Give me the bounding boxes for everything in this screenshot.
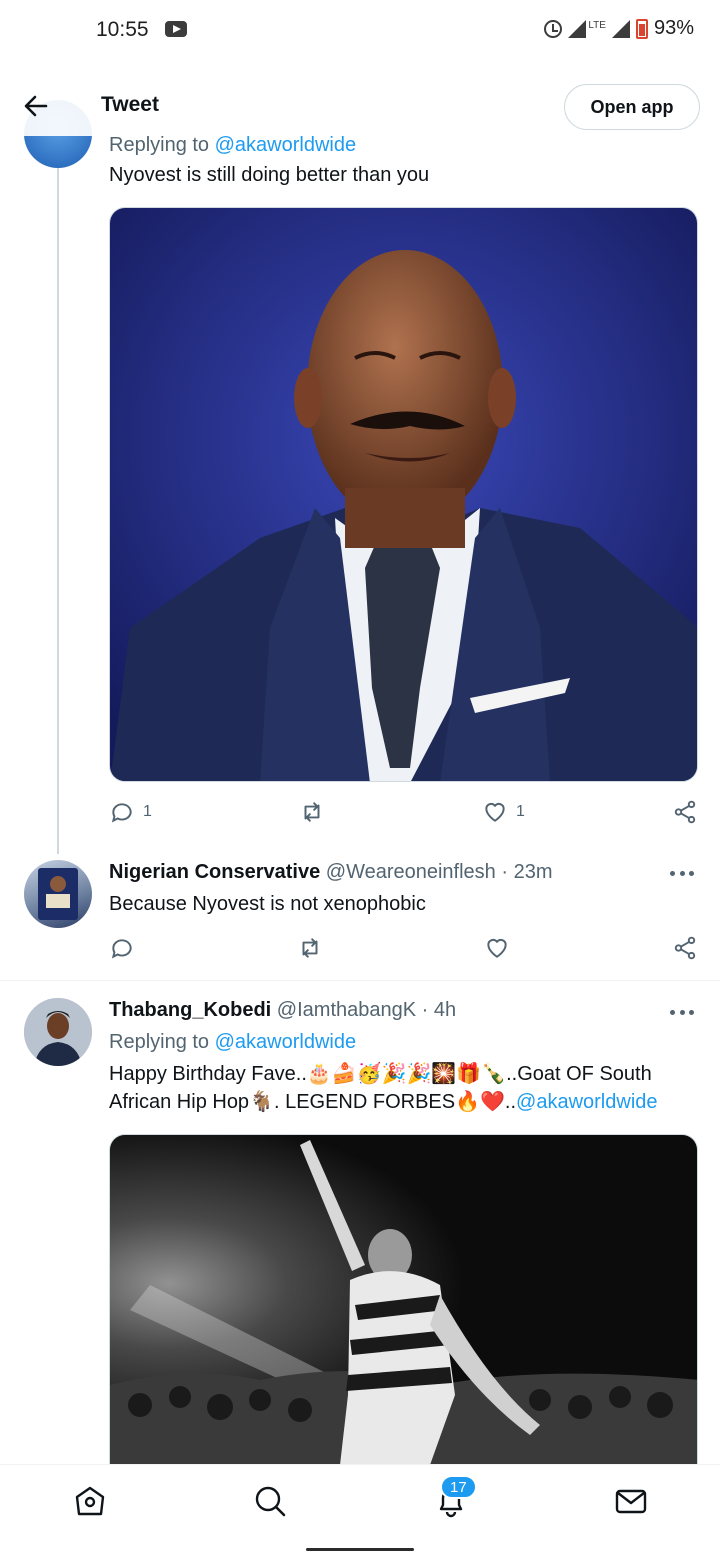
share-button[interactable] bbox=[672, 935, 698, 961]
home-icon bbox=[75, 1486, 105, 1516]
tweet-actions bbox=[109, 935, 699, 965]
nav-home[interactable] bbox=[72, 1483, 108, 1519]
author-handle[interactable]: @IamthabangK bbox=[277, 999, 416, 1021]
photo-man-in-suit bbox=[110, 208, 697, 781]
avatar[interactable] bbox=[24, 998, 92, 1066]
tweet-photo[interactable] bbox=[109, 1134, 698, 1464]
tweet-text: Happy Birthday Fave..🎂🍰🥳🎉🎉🎇🎁🍾..Goat OF S… bbox=[109, 1060, 699, 1116]
author-row: Nigerian Conservative @Weareoneinflesh ·… bbox=[109, 861, 552, 884]
replying-prefix: Replying to bbox=[109, 134, 210, 156]
top-bar: Tweet Open app bbox=[0, 74, 720, 136]
author-row: Thabang_Kobedi @IamthabangK · 4h bbox=[109, 999, 456, 1022]
reply-icon bbox=[111, 939, 132, 959]
replying-prefix: Replying to bbox=[109, 1031, 210, 1053]
heart-icon bbox=[487, 938, 507, 958]
retweet-icon bbox=[304, 802, 320, 822]
tweet-photo[interactable] bbox=[109, 207, 698, 782]
tweet-2[interactable]: Nigerian Conservative @Weareoneinflesh ·… bbox=[0, 850, 720, 980]
open-app-button[interactable]: Open app bbox=[564, 84, 700, 130]
replying-to: Replying to @akaworldwide bbox=[109, 1031, 356, 1054]
tweet-time: · 23m bbox=[501, 861, 553, 883]
reply-count: 1 bbox=[143, 803, 152, 820]
back-button[interactable] bbox=[20, 90, 52, 122]
replying-to: Replying to @akaworldwide bbox=[109, 134, 356, 157]
retweet-button[interactable] bbox=[297, 935, 323, 961]
share-button[interactable] bbox=[672, 799, 698, 825]
page-title: Tweet bbox=[101, 93, 159, 116]
system-navigation-bar bbox=[0, 1536, 720, 1560]
photo-performer-on-stage bbox=[110, 1135, 697, 1464]
tweet-text: Nyovest is still doing better than you bbox=[109, 164, 430, 186]
author-name[interactable]: Thabang_Kobedi bbox=[109, 999, 271, 1021]
tweet-time: · 4h bbox=[421, 999, 457, 1021]
tweet-3[interactable]: Thabang_Kobedi @IamthabangK · 4h Replyin… bbox=[0, 981, 720, 1464]
retweet-button[interactable] bbox=[299, 799, 325, 825]
author-handle[interactable]: @Weareoneinflesh bbox=[326, 861, 496, 883]
replying-mention-link[interactable]: @akaworldwide bbox=[215, 134, 356, 156]
bottom-navigation: 17 bbox=[0, 1464, 720, 1536]
replying-mention-link[interactable]: @akaworldwide bbox=[215, 1031, 356, 1053]
arrow-left-icon bbox=[24, 95, 48, 117]
tweet-actions: 1 1 bbox=[109, 799, 699, 829]
reply-button[interactable] bbox=[109, 935, 135, 961]
heart-icon bbox=[485, 802, 505, 822]
avatar-picture bbox=[24, 998, 92, 1066]
thread-line bbox=[57, 168, 59, 854]
nav-search[interactable] bbox=[252, 1483, 288, 1519]
search-icon bbox=[255, 1486, 286, 1517]
notifications-badge: 17 bbox=[440, 1475, 477, 1499]
more-options-button[interactable] bbox=[670, 871, 694, 877]
like-button[interactable]: 1 bbox=[482, 799, 525, 825]
reply-button[interactable]: 1 bbox=[109, 799, 152, 825]
reply-icon bbox=[111, 803, 132, 823]
home-indicator[interactable] bbox=[306, 1548, 414, 1551]
share-icon bbox=[674, 800, 696, 824]
avatar[interactable] bbox=[24, 860, 92, 928]
tweet-text: Because Nyovest is not xenophobic bbox=[109, 893, 426, 915]
like-count: 1 bbox=[516, 803, 525, 820]
tweet-mention-link[interactable]: @akaworldwide bbox=[516, 1091, 657, 1113]
author-name[interactable]: Nigerian Conservative bbox=[109, 861, 320, 883]
mail-icon bbox=[615, 1489, 647, 1514]
retweet-icon bbox=[302, 938, 318, 958]
avatar-picture bbox=[38, 868, 78, 920]
nav-messages[interactable] bbox=[613, 1483, 649, 1519]
like-button[interactable] bbox=[484, 935, 510, 961]
share-icon bbox=[674, 936, 696, 960]
more-options-button[interactable] bbox=[670, 1010, 694, 1016]
